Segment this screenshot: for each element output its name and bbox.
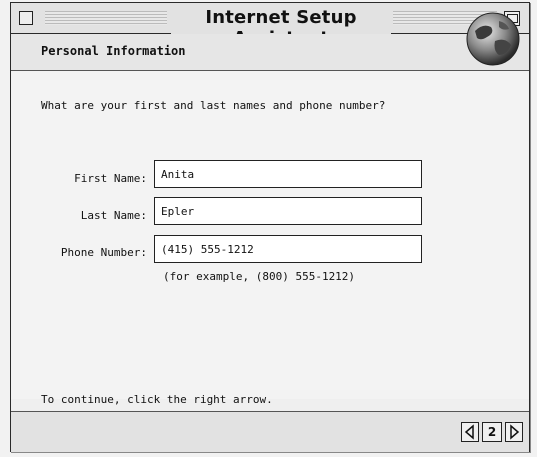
continue-hint: To continue, click the right arrow. <box>41 393 273 406</box>
first-name-label: First Name: <box>74 172 147 185</box>
phone-number-field[interactable]: (415) 555-1212 <box>154 235 422 263</box>
globe-icon <box>466 12 520 66</box>
section-title: Personal Information <box>41 44 186 58</box>
first-name-field[interactable]: Anita <box>154 160 422 188</box>
page-number: 2 <box>482 422 502 442</box>
phone-example-hint: (for example, (800) 555-1212) <box>163 270 356 283</box>
last-name-field[interactable]: Epler <box>154 197 422 225</box>
right-arrow-icon <box>510 424 520 440</box>
question-text: What are your first and last names and p… <box>41 99 386 112</box>
left-arrow-icon <box>464 424 474 440</box>
close-box[interactable] <box>19 11 33 25</box>
content-area: What are your first and last names and p… <box>11 71 529 406</box>
setup-assistant-window: Internet Setup Assistant Personal Inform… <box>10 2 530 452</box>
phone-number-label: Phone Number: <box>60 246 147 259</box>
next-page-button[interactable] <box>505 422 523 442</box>
title-bar-stripes <box>45 11 167 25</box>
previous-page-button[interactable] <box>461 422 479 442</box>
last-name-label: Last Name: <box>80 209 147 222</box>
navigation-bar: 2 <box>11 411 529 452</box>
title-bar[interactable]: Internet Setup Assistant <box>11 3 529 49</box>
section-header: Personal Information <box>11 34 529 71</box>
